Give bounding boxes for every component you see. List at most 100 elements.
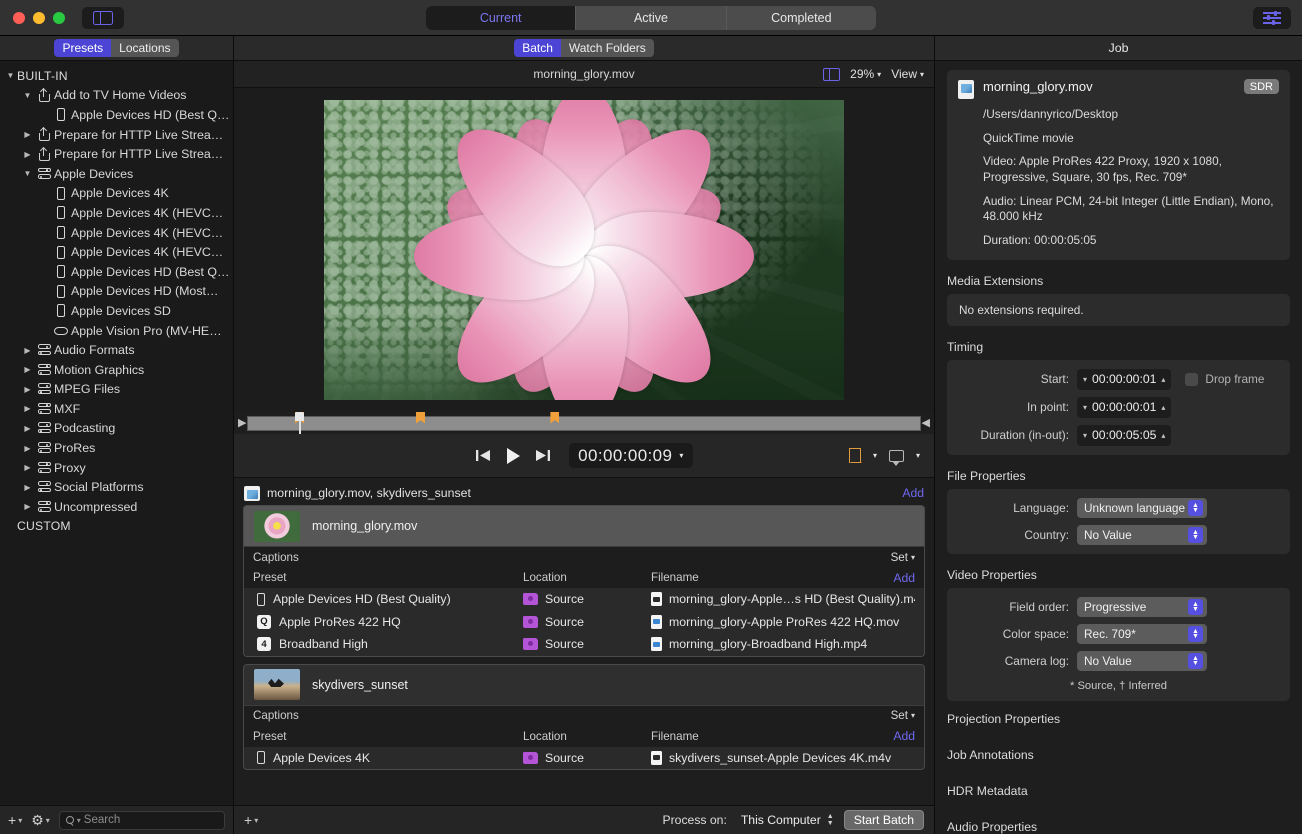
field-order-select[interactable]: Progressive ▲▼: [1077, 597, 1207, 617]
batch-segmented-control[interactable]: Batch Watch Folders: [514, 39, 654, 57]
preset-tree-item[interactable]: ▶MPEG Files: [0, 380, 233, 400]
chevron-down-icon[interactable]: ▾: [916, 451, 920, 460]
preset-tree-item[interactable]: Apple Devices 4K (HEVC…: [0, 223, 233, 243]
preset-tree-item[interactable]: Apple Devices SD: [0, 301, 233, 321]
preset-tree-item[interactable]: ▶Proxy: [0, 458, 233, 478]
preset-tree-item[interactable]: ▶Social Platforms: [0, 477, 233, 497]
country-select[interactable]: No Value ▲▼: [1077, 525, 1207, 545]
timeline-marker[interactable]: [550, 412, 559, 424]
start-batch-button[interactable]: Start Batch: [844, 810, 924, 830]
chevron-right-icon[interactable]: ▶: [21, 346, 34, 355]
zoom-level-popup[interactable]: 29% ▾: [850, 67, 881, 81]
job-card[interactable]: morning_glory.movCaptionsSet▾PresetLocat…: [243, 505, 925, 657]
language-select[interactable]: Unknown language ▲▼: [1077, 498, 1207, 518]
tab-presets[interactable]: Presets: [54, 39, 111, 57]
playhead[interactable]: [295, 412, 304, 434]
preview-viewer[interactable]: [234, 88, 934, 412]
inspector-collapsed-section[interactable]: Projection Properties: [947, 701, 1290, 737]
preset-tree-item[interactable]: ▶Motion Graphics: [0, 360, 233, 380]
timecode-field[interactable]: 00:00:00:09 ▾: [569, 443, 693, 468]
job-card-header[interactable]: morning_glory.mov: [244, 506, 924, 546]
chevron-right-icon[interactable]: ▶: [21, 444, 34, 453]
drop-frame-checkbox[interactable]: [1185, 373, 1198, 386]
job-card[interactable]: skydivers_sunsetCaptionsSet▾PresetLocati…: [243, 664, 925, 771]
chevron-right-icon[interactable]: ▶: [21, 483, 34, 492]
preset-tree-item[interactable]: Apple Devices HD (Best Q…: [0, 105, 233, 125]
inspector-toggle-button[interactable]: [1253, 7, 1291, 29]
tab-watch-folders[interactable]: Watch Folders: [561, 39, 654, 57]
scrub-start-icon[interactable]: ▶: [238, 418, 247, 429]
preset-tree-item[interactable]: Apple Devices 4K (HEVC…: [0, 242, 233, 262]
batch-add-button[interactable]: Add: [902, 486, 924, 500]
chevron-down-icon[interactable]: ▼: [4, 71, 17, 80]
color-space-select[interactable]: Rec. 709* ▲▼: [1077, 624, 1207, 644]
chevron-right-icon[interactable]: ▶: [21, 424, 34, 433]
preset-group-header[interactable]: ▼BUILT-IN: [0, 66, 233, 86]
preset-tree-item[interactable]: Apple Devices HD (Most…: [0, 282, 233, 302]
chevron-down-icon[interactable]: ▼: [21, 91, 34, 100]
go-to-start-button[interactable]: [475, 448, 492, 463]
tab-batch[interactable]: Batch: [514, 39, 561, 57]
tab-current[interactable]: Current: [426, 6, 576, 30]
marker-icon[interactable]: [849, 448, 861, 463]
captions-set-popup[interactable]: Set▾: [891, 551, 915, 564]
chevron-down-icon[interactable]: ▾: [873, 451, 877, 460]
camera-log-select[interactable]: No Value ▲▼: [1077, 651, 1207, 671]
tab-completed[interactable]: Completed: [727, 6, 876, 30]
preset-tree-item[interactable]: ▼Add to TV Home Videos: [0, 86, 233, 106]
preset-tree-item[interactable]: ▶MXF: [0, 399, 233, 419]
preset-tree-item[interactable]: ▶Prepare for HTTP Live Strea…: [0, 144, 233, 164]
chevron-right-icon[interactable]: ▶: [21, 502, 34, 511]
preset-actions-button[interactable]: ⚙ ▾: [31, 812, 50, 829]
preset-group-header[interactable]: CUSTOM: [0, 517, 233, 537]
output-row[interactable]: 4Broadband HighSourcemorning_glory-Broad…: [244, 633, 924, 656]
add-output-button[interactable]: Add: [893, 729, 915, 743]
preset-tree-item[interactable]: Apple Vision Pro (MV-HE…: [0, 321, 233, 341]
minimize-window-button[interactable]: [33, 12, 45, 24]
duration-timecode-field[interactable]: ▾ 00:00:05:05 ▴: [1077, 425, 1171, 446]
play-button[interactable]: [505, 447, 521, 465]
split-view-icon[interactable]: [823, 68, 840, 81]
preset-tree-item[interactable]: ▶ProRes: [0, 438, 233, 458]
add-job-button[interactable]: + ▾: [244, 812, 258, 828]
zoom-window-button[interactable]: [53, 12, 65, 24]
scrubber-bar[interactable]: ▶ ◀: [234, 412, 934, 434]
search-input[interactable]: ▾ Search: [59, 811, 225, 830]
scrub-end-icon[interactable]: ◀: [921, 418, 930, 429]
chevron-down-icon[interactable]: ▼: [21, 169, 34, 178]
inspector-collapsed-section[interactable]: Job Annotations: [947, 737, 1290, 773]
tab-locations[interactable]: Locations: [111, 39, 178, 57]
preset-tree-item[interactable]: ▶Prepare for HTTP Live Strea…: [0, 125, 233, 145]
chevron-right-icon[interactable]: ▶: [21, 130, 34, 139]
preset-tree-item[interactable]: ▶Podcasting: [0, 419, 233, 439]
job-card-header[interactable]: skydivers_sunset: [244, 665, 924, 705]
preset-tree-item[interactable]: ▼Apple Devices: [0, 164, 233, 184]
output-row[interactable]: QApple ProRes 422 HQSourcemorning_glory-…: [244, 611, 924, 634]
preset-tree-item[interactable]: Apple Devices 4K: [0, 184, 233, 204]
inspector-collapsed-section[interactable]: Audio Properties: [947, 809, 1290, 834]
caption-icon[interactable]: [889, 450, 904, 462]
view-popup[interactable]: View ▾: [891, 67, 924, 81]
start-timecode-field[interactable]: ▾ 00:00:00:01 ▴: [1077, 369, 1171, 390]
presets-tree[interactable]: ▼BUILT-IN▼Add to TV Home VideosApple Dev…: [0, 61, 233, 805]
timeline-marker[interactable]: [416, 412, 425, 424]
chevron-right-icon[interactable]: ▶: [21, 385, 34, 394]
close-window-button[interactable]: [13, 12, 25, 24]
chevron-right-icon[interactable]: ▶: [21, 150, 34, 159]
add-preset-button[interactable]: + ▾: [8, 812, 22, 828]
sidebar-toggle-button[interactable]: [82, 7, 124, 29]
batch-status-segmented-control[interactable]: Current Active Completed: [426, 6, 876, 30]
scrubber-track[interactable]: [247, 416, 921, 431]
preset-tree-item[interactable]: ▶Audio Formats: [0, 340, 233, 360]
inspector-collapsed-section[interactable]: HDR Metadata: [947, 773, 1290, 809]
go-to-end-button[interactable]: [534, 448, 551, 463]
preset-tree-item[interactable]: Apple Devices 4K (HEVC…: [0, 203, 233, 223]
chevron-right-icon[interactable]: ▶: [21, 463, 34, 472]
process-on-popup[interactable]: This Computer ▲▼: [737, 810, 834, 830]
output-row[interactable]: Apple Devices HD (Best Quality)Sourcemor…: [244, 588, 924, 611]
tab-active[interactable]: Active: [576, 6, 726, 30]
chevron-right-icon[interactable]: ▶: [21, 365, 34, 374]
output-row[interactable]: Apple Devices 4KSourceskydivers_sunset-A…: [244, 747, 924, 770]
add-output-button[interactable]: Add: [893, 571, 915, 585]
in-point-timecode-field[interactable]: ▾ 00:00:00:01 ▴: [1077, 397, 1171, 418]
